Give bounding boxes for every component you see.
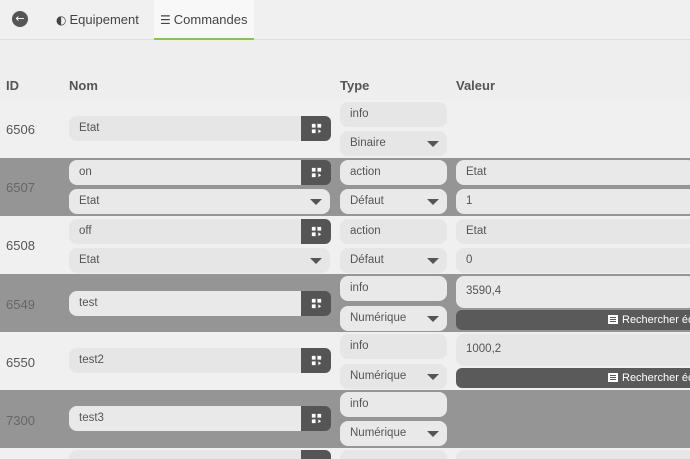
search-equipment-label: Rechercher éq: [622, 372, 690, 384]
configure-icon[interactable]: [301, 450, 331, 459]
value-field[interactable]: Etat: [456, 219, 690, 244]
command-id: 6506: [6, 122, 35, 137]
value-field[interactable]: Etat: [456, 160, 690, 185]
type-field[interactable]: info: [340, 392, 447, 417]
command-id: 6508: [6, 238, 35, 253]
tab-equipement-label: Equipement: [69, 12, 139, 27]
value-field[interactable]: 3590,4: [456, 276, 690, 308]
configure-icon[interactable]: [301, 219, 331, 244]
configure-icon[interactable]: [301, 160, 331, 185]
configure-icon[interactable]: [301, 348, 331, 373]
command-row: [0, 448, 690, 459]
value-field-secondary[interactable]: 0: [456, 248, 690, 273]
list-icon: ☰: [160, 13, 171, 27]
column-header-type: Type: [340, 78, 370, 93]
command-name-input[interactable]: test: [69, 291, 301, 316]
value-info-select[interactable]: Etat: [69, 189, 330, 214]
column-header-valeur: Valeur: [456, 78, 496, 93]
subtype-select[interactable]: Défaut: [340, 248, 447, 273]
tab-equipement[interactable]: ◐ Equipement: [50, 0, 150, 40]
list-icon: [608, 315, 618, 324]
command-id: 6550: [6, 355, 35, 370]
value-info-select[interactable]: Etat: [69, 248, 330, 273]
command-row: 6506 Etat info Binaire: [0, 100, 690, 158]
subtype-select[interactable]: Numérique: [340, 306, 447, 331]
command-name-input[interactable]: [69, 450, 301, 459]
command-row: 7300 test3 info Numérique: [0, 390, 690, 448]
subtype-select[interactable]: Défaut: [340, 189, 447, 214]
search-equipment-button[interactable]: Rechercher éq: [456, 368, 690, 388]
tab-bar: ← ◐ Equipement ☰ Commandes: [0, 0, 690, 40]
configure-icon[interactable]: [301, 291, 331, 316]
value-field[interactable]: 1000,2: [456, 334, 690, 366]
type-field[interactable]: [340, 450, 447, 459]
column-header-nom: Nom: [69, 78, 98, 93]
command-name-input[interactable]: test2: [69, 348, 301, 373]
configure-icon[interactable]: [301, 116, 331, 141]
command-row: 6507 on Etat action Défaut Etat 1: [0, 158, 690, 216]
type-field[interactable]: info: [340, 102, 447, 127]
subtype-select[interactable]: Binaire: [340, 131, 447, 156]
command-row: 6549 test info Numérique 3590,4 Recherch…: [0, 274, 690, 332]
command-name-input[interactable]: Etat: [69, 116, 301, 141]
type-field[interactable]: action: [340, 160, 447, 185]
subtype-select[interactable]: Numérique: [340, 364, 447, 389]
command-name-input[interactable]: off: [69, 219, 301, 244]
list-icon: [608, 373, 618, 382]
subtype-select[interactable]: Numérique: [340, 421, 447, 446]
value-field-secondary[interactable]: 1: [456, 189, 690, 214]
command-row: 6508 off Etat action Défaut Etat 0: [0, 216, 690, 274]
search-equipment-label: Rechercher éq: [622, 314, 690, 326]
tab-commandes[interactable]: ☰ Commandes: [154, 0, 254, 40]
type-field[interactable]: info: [340, 334, 447, 359]
configure-icon[interactable]: [301, 406, 331, 431]
value-field[interactable]: [456, 450, 690, 459]
command-name-input[interactable]: test3: [69, 406, 301, 431]
arrow-left-icon[interactable]: ←: [12, 11, 28, 27]
command-row: 6550 test2 info Numérique 1000,2 Recherc…: [0, 332, 690, 390]
type-field[interactable]: info: [340, 276, 447, 301]
search-equipment-button[interactable]: Rechercher éq: [456, 310, 690, 330]
tab-commandes-label: Commandes: [173, 12, 248, 27]
command-name-input[interactable]: on: [69, 160, 301, 185]
command-id: 6549: [6, 297, 35, 312]
column-header-id: ID: [6, 78, 19, 93]
type-field[interactable]: action: [340, 219, 447, 244]
command-id: 7300: [6, 413, 35, 428]
gauge-icon: ◐: [56, 13, 67, 27]
command-id: 6507: [6, 180, 35, 195]
